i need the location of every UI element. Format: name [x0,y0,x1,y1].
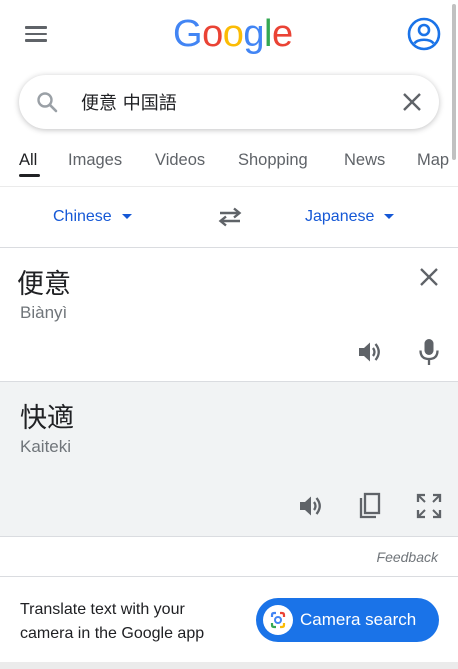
tab-shopping[interactable]: Shopping [238,151,308,170]
promo-text: Translate text with your camera in the G… [20,601,205,642]
swap-icon[interactable] [216,205,244,229]
google-logo[interactable]: Google [173,13,293,56]
feedback-row: Feedback [0,537,458,577]
active-tab-indicator [19,174,40,177]
close-icon[interactable] [417,265,441,289]
source-text[interactable]: 便意 [17,262,71,301]
logo-letter-o1: o [202,13,223,55]
close-icon[interactable] [399,89,425,115]
tab-news[interactable]: News [344,151,385,170]
tab-maps[interactable]: Map [417,151,449,170]
target-transliteration: Kaiteki [20,437,72,456]
search-icon[interactable] [35,90,59,114]
chevron-down-icon [384,214,395,220]
search-box [19,75,439,129]
logo-letter-e: e [271,13,293,55]
search-tabs: All Images Videos Shopping News Map [0,140,458,186]
tab-videos[interactable]: Videos [155,151,205,170]
camera-search-label: Camera search [300,610,417,629]
fullscreen-icon[interactable] [416,493,442,519]
account-icon[interactable] [406,16,442,52]
source-language-button[interactable]: Chinese [53,208,132,226]
target-panel: 快適 Kaiteki [0,382,458,537]
target-language-button[interactable]: Japanese [305,208,395,226]
target-language-label: Japanese [305,208,375,225]
target-text: 快適 [20,403,74,434]
search-input[interactable] [81,89,381,115]
logo-letter-g2: g [243,13,264,55]
logo-letter-o2: o [222,13,244,55]
feedback-link[interactable]: Feedback [377,549,438,565]
logo-letter-l: l [263,13,272,55]
camera-promo: Translate text with your camera in the G… [0,578,458,662]
scrollbar[interactable] [452,4,456,160]
bottom-divider [0,662,458,669]
logo-letter-g: G [173,13,203,55]
tab-all[interactable]: All [19,151,37,170]
chevron-down-icon [121,214,132,220]
speaker-icon[interactable] [356,339,384,365]
menu-icon[interactable] [22,22,50,50]
camera-search-button[interactable]: Camera search [256,598,439,642]
language-selector: Chinese Japanese [0,190,458,248]
google-lens-icon [263,605,293,635]
source-panel: 便意 Biànyì [0,248,458,382]
tabs-divider [0,186,458,187]
tab-images[interactable]: Images [68,151,122,170]
copy-icon[interactable] [357,491,383,521]
source-transliteration: Biànyì [20,303,68,322]
header: Google [0,0,458,70]
source-language-label: Chinese [53,208,112,225]
speaker-icon[interactable] [297,493,325,519]
mic-icon[interactable] [417,337,441,367]
